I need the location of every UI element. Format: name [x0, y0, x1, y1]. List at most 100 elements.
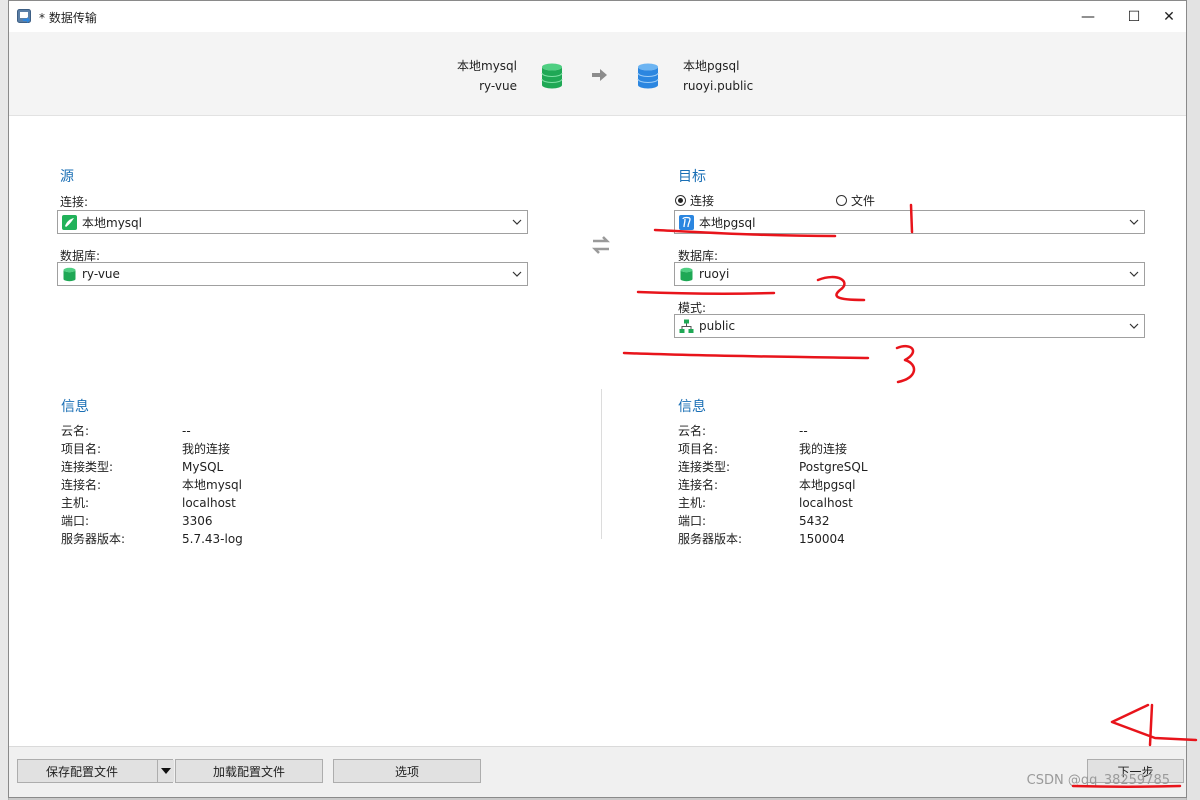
- minimize-button[interactable]: —: [1065, 1, 1111, 32]
- chevron-down-icon: [507, 263, 527, 285]
- chevron-down-icon: [507, 211, 527, 233]
- info-value: 3306: [182, 514, 213, 528]
- info-key: 连接名:: [678, 478, 719, 492]
- info-row: 端口: 5432: [678, 512, 938, 530]
- info-key: 服务器版本:: [678, 532, 743, 546]
- background-window-right: [1186, 0, 1200, 800]
- close-button[interactable]: ✕: [1146, 1, 1192, 32]
- info-row: 项目名: 我的连接: [678, 440, 938, 458]
- source-info-title: 信息: [61, 399, 89, 415]
- source-connection-select[interactable]: 本地mysql: [57, 210, 528, 234]
- info-value: 本地pgsql: [799, 478, 856, 492]
- source-connection-label: 连接:: [60, 195, 89, 209]
- info-row: 服务器版本: 150004: [678, 530, 938, 548]
- minimize-icon: —: [1081, 8, 1095, 25]
- header-target: 本地pgsql ruoyi.public: [683, 56, 753, 96]
- source-database-value: ry-vue: [82, 267, 120, 281]
- schema-icon: [679, 319, 694, 333]
- target-radio-file[interactable]: 文件: [836, 192, 875, 209]
- source-info-list: 云名: -- 项目名: 我的连接 连接类型: MySQL 连接名: 本地mysql 主机…: [61, 422, 321, 548]
- info-row: 连接名: 本地mysql: [61, 476, 321, 494]
- target-connection-select[interactable]: 本地pgsql: [674, 210, 1145, 234]
- info-key: 端口:: [678, 514, 707, 528]
- options-button[interactable]: 选项: [333, 759, 481, 783]
- info-value: 我的连接: [182, 442, 231, 456]
- source-database-select[interactable]: ry-vue: [57, 262, 528, 286]
- info-key: 云名:: [678, 424, 707, 438]
- info-value: MySQL: [182, 460, 224, 474]
- target-info-list: 云名: -- 项目名: 我的连接 连接类型: PostgreSQL 连接名: 本地pgs…: [678, 422, 938, 548]
- info-key: 主机:: [678, 496, 707, 510]
- info-key: 项目名:: [61, 442, 102, 456]
- info-key: 连接类型:: [61, 460, 114, 474]
- swap-direction-icon[interactable]: [589, 233, 613, 257]
- title-bar: * 数据传输 — ☐ ✕: [9, 1, 1186, 32]
- options-label: 选项: [394, 764, 419, 779]
- header-source: 本地mysql ry-vue: [457, 56, 517, 96]
- database-green-icon: [63, 267, 76, 281]
- info-row: 连接类型: PostgreSQL: [678, 458, 938, 476]
- info-row: 主机: localhost: [61, 494, 321, 512]
- chevron-down-icon: [1124, 315, 1144, 337]
- info-key: 云名:: [61, 424, 90, 438]
- target-schema-value: public: [699, 319, 736, 333]
- radio-unselected-icon: [836, 195, 847, 206]
- info-row: 主机: localhost: [678, 494, 938, 512]
- source-connection-value: 本地mysql: [82, 215, 142, 230]
- load-profile-button[interactable]: 加载配置文件: [175, 759, 323, 783]
- info-value: 我的连接: [799, 442, 848, 456]
- info-key: 主机:: [61, 496, 90, 510]
- save-profile-label: 保存配置文件: [46, 764, 119, 779]
- window-title: * 数据传输: [39, 11, 97, 25]
- target-radio-file-label: 文件: [851, 194, 876, 208]
- info-row: 云名: --: [678, 422, 938, 440]
- close-icon: ✕: [1163, 8, 1175, 25]
- chevron-down-icon: [1124, 211, 1144, 233]
- info-value: 5432: [799, 514, 830, 528]
- info-value: 本地mysql: [182, 478, 242, 492]
- info-key: 连接名:: [61, 478, 102, 492]
- csdn-watermark: CSDN @qq_38259785: [1026, 773, 1170, 788]
- header-source-database: ry-vue: [479, 79, 517, 93]
- postgresql-connection-icon: [679, 214, 694, 230]
- target-schema-select[interactable]: public: [674, 314, 1145, 338]
- info-key: 连接类型:: [678, 460, 731, 474]
- data-transfer-app-icon: [17, 9, 31, 23]
- target-radio-connection-label: 连接: [690, 194, 715, 208]
- transfer-summary-header: 本地mysql ry-vue 本地pgsql ruoyi.public: [9, 32, 1186, 116]
- info-row: 连接类型: MySQL: [61, 458, 321, 476]
- info-key: 端口:: [61, 514, 90, 528]
- header-source-connection: 本地mysql: [457, 59, 517, 73]
- target-section-title: 目标: [678, 169, 706, 185]
- target-radio-connection[interactable]: 连接: [675, 192, 714, 209]
- info-value: localhost: [182, 496, 236, 510]
- target-database-select[interactable]: ruoyi: [674, 262, 1145, 286]
- target-connection-value: 本地pgsql: [699, 215, 756, 230]
- info-value: 5.7.43-log: [182, 532, 243, 546]
- info-row: 连接名: 本地pgsql: [678, 476, 938, 494]
- pgsql-database-icon: [637, 63, 659, 89]
- info-value: 150004: [799, 532, 845, 546]
- info-divider: [601, 389, 602, 539]
- load-profile-label: 加载配置文件: [212, 764, 285, 779]
- source-section-title: 源: [60, 169, 74, 185]
- mysql-connection-icon: [62, 214, 77, 230]
- save-profile-dropdown[interactable]: [157, 760, 174, 782]
- info-key: 项目名:: [678, 442, 719, 456]
- radio-selected-icon: [675, 195, 686, 206]
- save-profile-button[interactable]: 保存配置文件: [17, 759, 174, 783]
- dialog-footer: 保存配置文件 加载配置文件 选项 下一步 CSDN @qq_38259785: [9, 746, 1186, 797]
- info-value: PostgreSQL: [799, 460, 868, 474]
- info-key: 服务器版本:: [61, 532, 126, 546]
- info-row: 服务器版本: 5.7.43-log: [61, 530, 321, 548]
- info-row: 端口: 3306: [61, 512, 321, 530]
- info-value: --: [799, 424, 808, 438]
- info-value: localhost: [799, 496, 853, 510]
- header-target-connection: 本地pgsql: [683, 59, 740, 73]
- target-info-title: 信息: [678, 399, 706, 415]
- info-row: 项目名: 我的连接: [61, 440, 321, 458]
- mysql-database-icon: [541, 63, 563, 89]
- target-database-value: ruoyi: [699, 267, 730, 281]
- info-value: --: [182, 424, 191, 438]
- database-green-icon: [680, 267, 693, 281]
